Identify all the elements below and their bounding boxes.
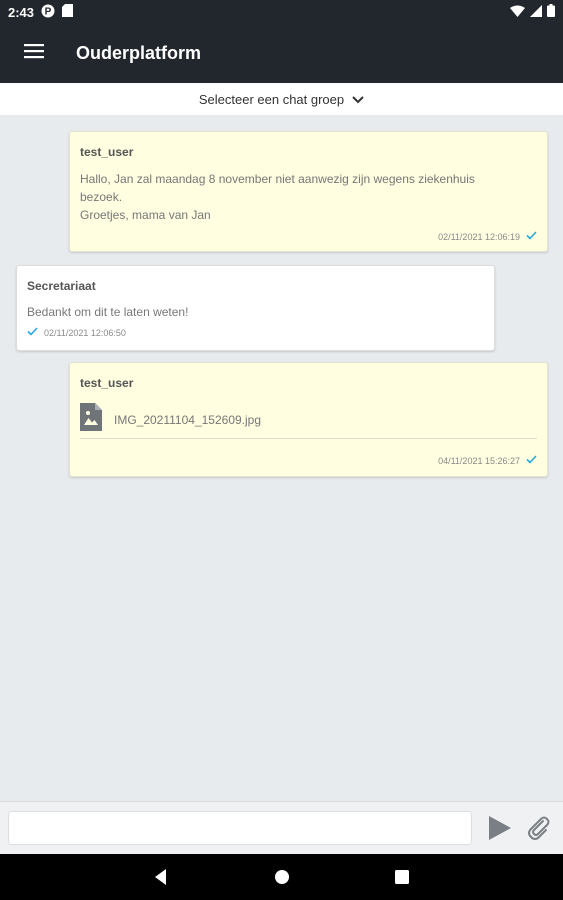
- message-text: Bedankt om dit te laten weten!: [27, 303, 482, 321]
- message-timestamp: 04/11/2021 15:26:27: [438, 455, 520, 466]
- message-timestamp: 02/11/2021 12:06:50: [44, 327, 126, 338]
- image-file-icon: [80, 403, 102, 436]
- message-input[interactable]: [8, 811, 472, 845]
- recents-button[interactable]: [391, 866, 413, 888]
- message-bubble-own: test_user IMG_20211104_152609.jpg 04/11/…: [69, 362, 548, 477]
- status-bar: 2:43 P: [0, 0, 563, 24]
- message-text-line: Bedankt om dit te laten weten!: [27, 305, 189, 319]
- wifi-icon: [510, 5, 525, 20]
- message-bubble-own: test_user Hallo, Jan zal maandag 8 novem…: [69, 131, 548, 252]
- message-meta: 04/11/2021 15:26:27: [438, 455, 537, 466]
- sd-card-icon: [62, 4, 74, 20]
- back-icon: [150, 869, 172, 892]
- system-navigation-bar: [0, 854, 563, 900]
- message-compose-bar: [0, 801, 563, 854]
- signal-icon: [530, 4, 542, 20]
- message-timestamp: 02/11/2021 12:06:19: [438, 231, 520, 242]
- recents-icon: [391, 870, 413, 892]
- message-author: test_user: [80, 145, 134, 159]
- check-icon: [526, 455, 537, 466]
- check-icon: [27, 327, 38, 338]
- home-button[interactable]: [271, 866, 293, 888]
- app-bar: Ouderplatform: [0, 24, 563, 83]
- message-author: test_user: [80, 376, 134, 390]
- chat-group-selector[interactable]: Selecteer een chat groep: [0, 83, 563, 115]
- paperclip-icon: [525, 816, 553, 846]
- attachment-link[interactable]: IMG_20211104_152609.jpg: [80, 403, 261, 436]
- message-author: Secretariaat: [27, 279, 96, 293]
- menu-button[interactable]: [0, 24, 68, 83]
- svg-text:P: P: [45, 6, 52, 17]
- app-title: Ouderplatform: [76, 43, 202, 63]
- message-text-line: Groetjes, mama van Jan: [80, 208, 211, 222]
- check-icon: [526, 231, 537, 242]
- battery-icon: [547, 4, 555, 20]
- p-badge-icon: P: [41, 4, 55, 21]
- message-text: Hallo, Jan zal maandag 8 november niet a…: [80, 170, 535, 224]
- attachment-filename: IMG_20211104_152609.jpg: [114, 412, 262, 427]
- message-meta: 02/11/2021 12:06:50: [27, 327, 126, 338]
- chevron-down-icon: [352, 92, 364, 107]
- hamburger-menu-icon: [24, 43, 44, 64]
- chat-group-selector-label: Selecteer een chat groep: [198, 91, 345, 107]
- back-button[interactable]: [150, 866, 172, 888]
- message-meta: 02/11/2021 12:06:19: [438, 231, 537, 242]
- message-text-line: Hallo, Jan zal maandag 8 november niet a…: [80, 172, 475, 186]
- attach-button[interactable]: [525, 814, 553, 842]
- send-icon: [486, 816, 514, 846]
- chat-message-list[interactable]: test_user Hallo, Jan zal maandag 8 novem…: [0, 115, 563, 801]
- divider: [80, 438, 537, 439]
- message-bubble-other: Secretariaat Bedankt om dit te laten wet…: [16, 265, 495, 351]
- status-time: 2:43: [8, 4, 35, 20]
- home-icon: [271, 870, 293, 892]
- message-text-line: bezoek.: [80, 190, 123, 204]
- send-button[interactable]: [486, 814, 514, 842]
